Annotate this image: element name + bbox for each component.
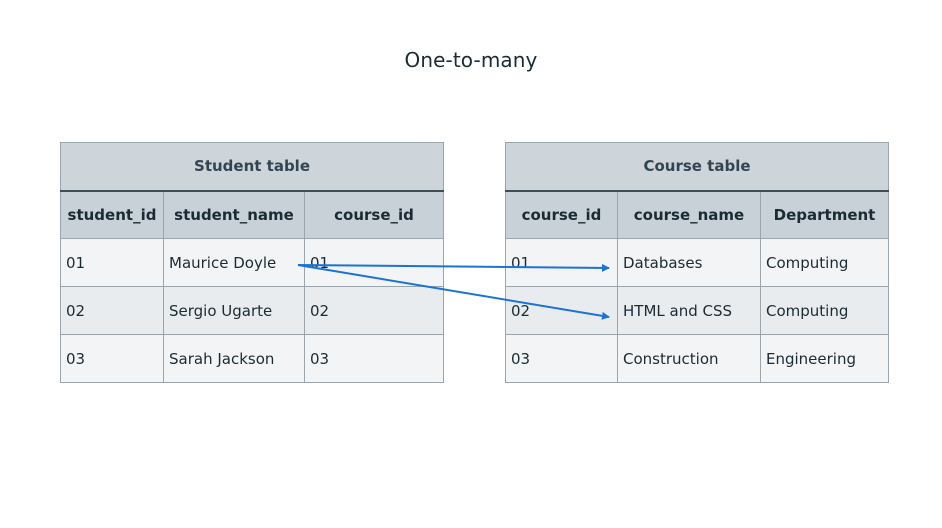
department-cell: Computing — [759, 238, 890, 287]
page-title: One-to-many — [404, 48, 538, 72]
table-row: 01 Databases Computing — [505, 238, 890, 287]
column-header-department: Department — [759, 190, 890, 239]
student-name-cell: Sergio Ugarte — [163, 286, 305, 335]
table-row: 01 Maurice Doyle 01 — [60, 238, 445, 287]
course-id-cell: 03 — [303, 334, 445, 383]
course-id-cell: 02 — [303, 286, 445, 335]
course-name-cell: HTML and CSS — [617, 286, 761, 335]
table-row: 02 HTML and CSS Computing — [505, 286, 890, 335]
student-table: Student table student_id student_name co… — [59, 142, 445, 383]
student-id-cell: 02 — [60, 286, 164, 335]
course-table: Course table course_id course_name Depar… — [504, 142, 890, 383]
column-header-student-name: student_name — [163, 190, 305, 239]
course-id-cell: 01 — [505, 238, 618, 287]
course-id-cell: 03 — [505, 334, 618, 383]
course-name-cell: Construction — [617, 334, 761, 383]
column-header-course-id: course_id — [303, 190, 445, 239]
student-id-cell: 03 — [60, 334, 164, 383]
course-id-cell: 01 — [303, 238, 445, 287]
student-name-cell: Maurice Doyle — [163, 238, 305, 287]
table-row: 03 Sarah Jackson 03 — [60, 334, 445, 383]
course-id-cell: 02 — [505, 286, 618, 335]
column-header-course-id: course_id — [505, 190, 618, 239]
department-cell: Engineering — [759, 334, 890, 383]
student-name-cell: Sarah Jackson — [163, 334, 305, 383]
table-row: 02 Sergio Ugarte 02 — [60, 286, 445, 335]
diagram-canvas: One-to-many Student table student_id stu… — [0, 0, 942, 528]
student-id-cell: 01 — [60, 238, 164, 287]
department-cell: Computing — [759, 286, 890, 335]
course-table-caption: Course table — [504, 142, 890, 192]
column-header-student-id: student_id — [60, 190, 164, 239]
column-header-course-name: course_name — [617, 190, 761, 239]
course-name-cell: Databases — [617, 238, 761, 287]
student-table-caption: Student table — [59, 142, 445, 192]
table-row: 03 Construction Engineering — [505, 334, 890, 383]
